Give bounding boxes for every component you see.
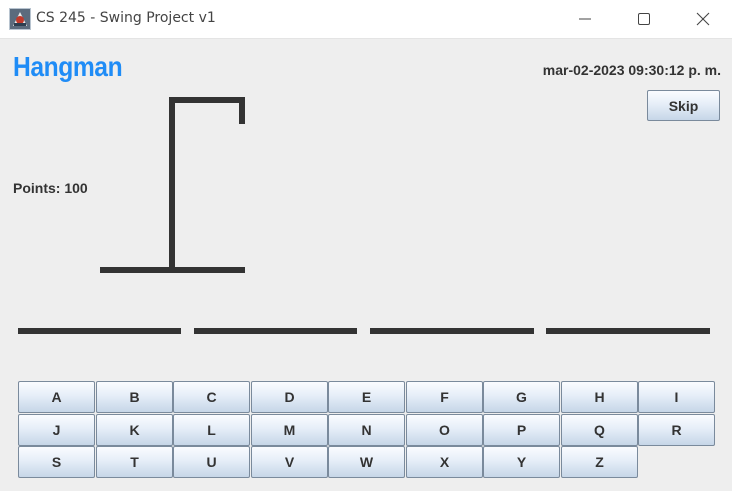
letter-button-o[interactable]: O [406, 414, 483, 446]
letter-button-u[interactable]: U [173, 446, 250, 478]
letter-button-k[interactable]: K [96, 414, 173, 446]
letter-button-l[interactable]: L [173, 414, 250, 446]
letter-button-p[interactable]: P [483, 414, 560, 446]
letter-button-c[interactable]: C [173, 381, 250, 413]
letter-button-h[interactable]: H [561, 381, 638, 413]
letter-button-d[interactable]: D [251, 381, 328, 413]
letter-button-z[interactable]: Z [561, 446, 638, 478]
letter-button-e[interactable]: E [328, 381, 405, 413]
letter-button-m[interactable]: M [251, 414, 328, 446]
letter-button-f[interactable]: F [406, 381, 483, 413]
letter-button-y[interactable]: Y [483, 446, 560, 478]
letter-button-t[interactable]: T [96, 446, 173, 478]
letter-button-j[interactable]: J [18, 414, 95, 446]
letter-button-v[interactable]: V [251, 446, 328, 478]
letter-button-n[interactable]: N [328, 414, 405, 446]
letter-button-b[interactable]: B [96, 381, 173, 413]
letter-button-s[interactable]: S [18, 446, 95, 478]
letter-button-x[interactable]: X [406, 446, 483, 478]
letter-button-g[interactable]: G [483, 381, 560, 413]
letter-button-r[interactable]: R [638, 414, 715, 446]
letter-button-i[interactable]: I [638, 381, 715, 413]
letter-button-q[interactable]: Q [561, 414, 638, 446]
letter-button-a[interactable]: A [18, 381, 95, 413]
letter-button-w[interactable]: W [328, 446, 405, 478]
letter-keyboard: A B C D E F G H I J K L M N O P Q R S T … [18, 381, 715, 478]
